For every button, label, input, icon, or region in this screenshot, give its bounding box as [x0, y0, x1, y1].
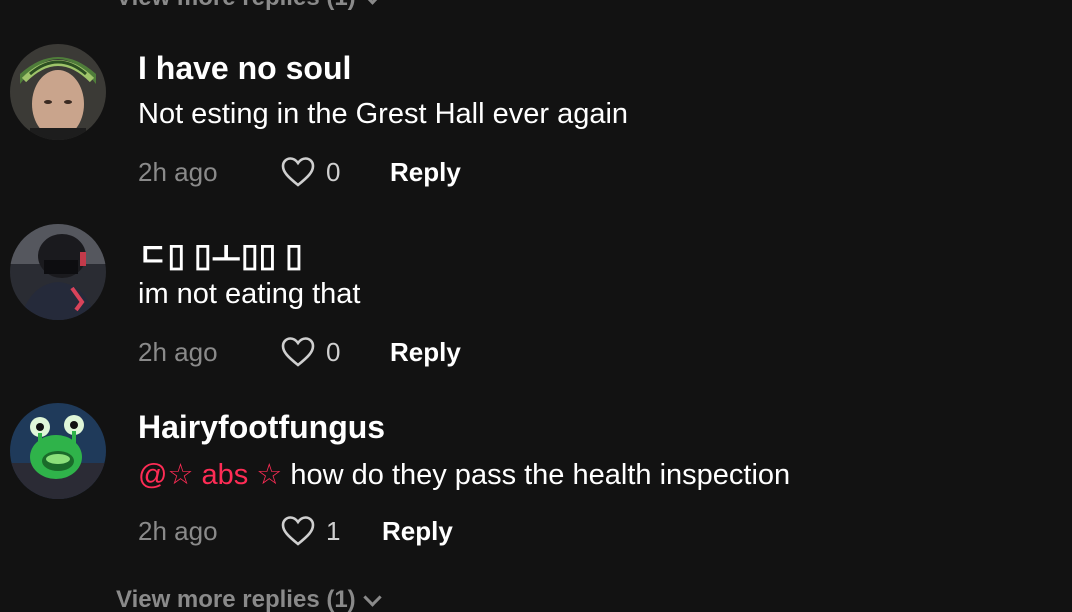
reply-button[interactable]: Reply — [382, 516, 453, 547]
avatar[interactable] — [10, 224, 106, 320]
heart-icon — [281, 157, 315, 187]
like-button[interactable]: 0 — [280, 156, 390, 188]
view-more-replies-label: View more replies (1) — [116, 0, 356, 12]
comment-meta: 2h ago 1 Reply — [138, 511, 453, 551]
like-button[interactable]: 1 — [280, 515, 382, 547]
reply-button[interactable]: Reply — [390, 337, 461, 368]
avatar[interactable] — [10, 44, 106, 140]
heart-icon — [281, 337, 315, 367]
chevron-down-icon — [362, 587, 382, 607]
comment-timestamp: 2h ago — [138, 156, 218, 187]
like-button[interactable]: 0 — [280, 336, 390, 368]
comment-username[interactable]: ㄷ▯ ▯ㅗ▯▯ ▯ — [138, 230, 303, 276]
comment-timestamp: 2h ago — [138, 515, 218, 546]
reply-button[interactable]: Reply — [390, 157, 461, 188]
like-count: 1 — [326, 515, 341, 546]
comment-item: I have no soul Not esting in the Grest H… — [0, 44, 1072, 214]
view-more-replies-button[interactable]: View more replies (1) — [116, 586, 382, 612]
like-count: 0 — [326, 336, 341, 367]
comment-meta: 2h ago 0 Reply — [138, 152, 461, 192]
comment-text-body: how do they pass the health inspection — [282, 459, 791, 491]
comment-item: Hairyfootfungus @☆ abs ☆ how do they pas… — [0, 403, 1072, 573]
chevron-down-icon — [362, 0, 382, 5]
heart-icon — [281, 516, 315, 546]
like-count: 0 — [326, 156, 341, 187]
comment-username[interactable]: Hairyfootfungus — [138, 409, 385, 446]
avatar[interactable] — [10, 403, 106, 499]
comment-text: im not eating that — [138, 278, 361, 310]
view-more-replies-label: View more replies (1) — [116, 586, 356, 612]
comment-meta: 2h ago 0 Reply — [138, 332, 461, 372]
comment-item: ㄷ▯ ▯ㅗ▯▯ ▯ im not eating that 2h ago 0 Re… — [0, 224, 1072, 394]
comment-text: Not esting in the Grest Hall ever again — [138, 98, 629, 130]
comment-timestamp: 2h ago — [138, 336, 218, 367]
view-more-replies-button[interactable]: View more replies (1) — [116, 0, 382, 12]
comment-text: @☆ abs ☆ how do they pass the health ins… — [138, 457, 790, 492]
comments-panel: View more replies (1) I have no soul Not… — [0, 0, 1072, 612]
comment-username[interactable]: I have no soul — [138, 50, 351, 87]
mention-link[interactable]: @☆ abs ☆ — [138, 459, 282, 491]
